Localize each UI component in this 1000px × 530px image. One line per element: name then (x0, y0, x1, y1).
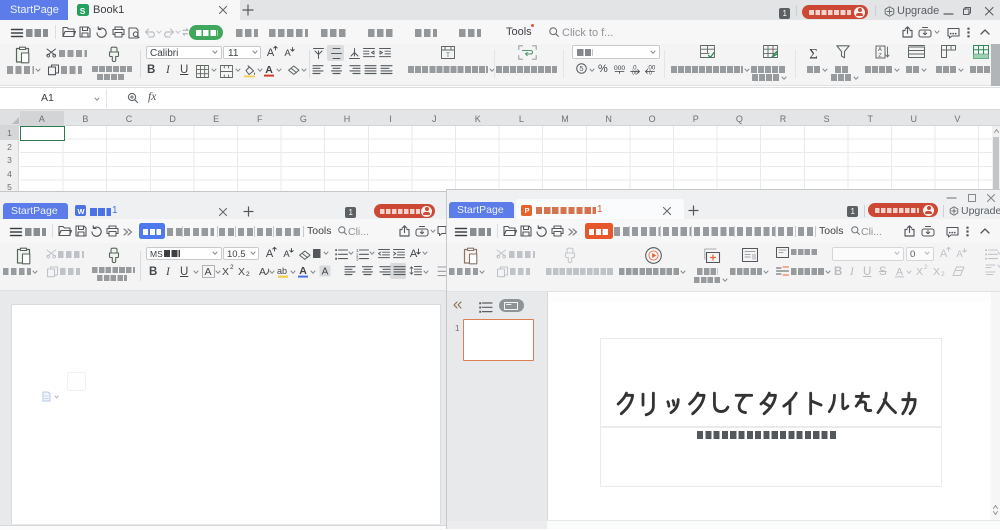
svg-text:A: A (284, 48, 291, 59)
svg-text:A: A (410, 248, 418, 260)
svg-text:A: A (259, 266, 266, 278)
svg-text:A: A (266, 248, 274, 260)
svg-text:Σ: Σ (809, 46, 818, 62)
svg-text:5: 5 (579, 64, 583, 73)
svg-text:A: A (299, 265, 307, 277)
svg-text:000: 000 (614, 65, 626, 72)
svg-text:A: A (283, 249, 290, 260)
svg-text:A: A (267, 47, 275, 59)
svg-text:A: A (322, 267, 329, 278)
svg-text:ab: ab (277, 266, 287, 276)
svg-text:0: 0 (649, 71, 652, 77)
svg-text:A: A (956, 249, 963, 260)
svg-text:A: A (265, 64, 273, 76)
svg-text:00: 00 (632, 71, 638, 77)
svg-text:A: A (204, 266, 211, 278)
svg-text:A: A (940, 248, 948, 260)
svg-text:T: T (446, 52, 450, 59)
